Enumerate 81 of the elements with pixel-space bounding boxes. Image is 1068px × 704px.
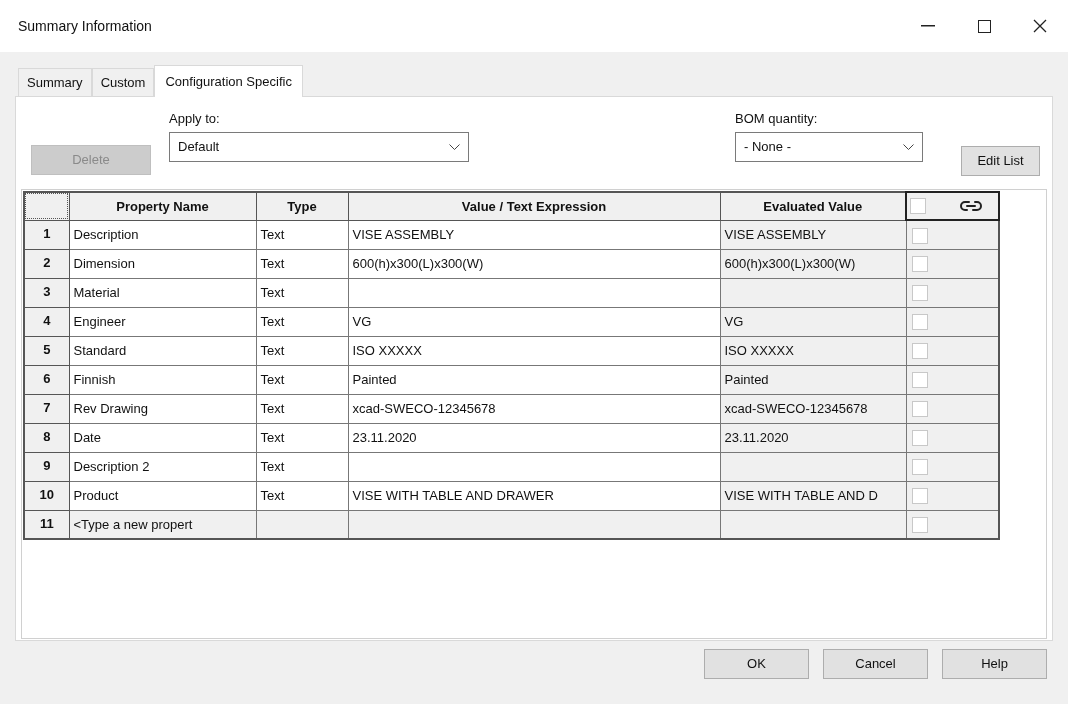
table-cell: 23.11.2020 <box>352 429 417 445</box>
checkbox[interactable] <box>911 488 928 505</box>
table-cell: VISE WITH TABLE AND DRAWER <box>352 487 554 503</box>
table-cell: 600(h)x300(L)x300(W) <box>724 255 856 271</box>
checkbox[interactable] <box>911 459 928 476</box>
chevron-down-icon <box>903 143 914 151</box>
table-cell: Product <box>73 487 119 503</box>
checkbox[interactable] <box>911 517 928 534</box>
checkbox[interactable] <box>911 343 928 360</box>
minimize-icon <box>921 25 935 27</box>
table-cell: Text <box>260 487 285 503</box>
checkbox[interactable] <box>911 430 928 447</box>
table-cell: Text <box>260 255 285 271</box>
row-number: 3 <box>24 278 69 307</box>
bom-quantity-dropdown[interactable]: - None - <box>735 132 923 162</box>
table-cell: Painted <box>724 371 769 387</box>
dialog-button[interactable]: Cancel <box>823 649 928 679</box>
table-cell: Text <box>260 313 285 329</box>
row-number: 4 <box>24 307 69 336</box>
table-cell: VG <box>724 313 744 329</box>
table-cell: ISO XXXXX <box>352 342 422 358</box>
table-cell: 23.11.2020 <box>724 429 789 445</box>
row-number: 1 <box>24 220 69 249</box>
maximize-icon <box>977 19 991 33</box>
row-number: 9 <box>24 452 69 481</box>
edit-list-button[interactable]: Edit List <box>961 146 1040 176</box>
tab[interactable]: Custom <box>91 68 155 96</box>
row-number: 2 <box>24 249 69 278</box>
table-cell: Finnish <box>73 371 116 387</box>
checkbox[interactable] <box>911 401 928 418</box>
row-number: 10 <box>24 481 69 510</box>
table-cell: Material <box>73 284 120 300</box>
table-cell: VISE ASSEMBLY <box>352 226 455 242</box>
table-cell: Painted <box>352 371 397 387</box>
dialog-button[interactable]: OK <box>704 649 809 679</box>
checkbox[interactable] <box>911 285 928 302</box>
table-cell: VISE WITH TABLE AND D <box>724 487 878 503</box>
column-header[interactable]: Value / Text Expression <box>348 192 720 220</box>
column-header[interactable]: Property Name <box>69 192 256 220</box>
table-cell: Rev Drawing <box>73 400 148 416</box>
close-icon <box>1033 19 1047 33</box>
row-number: 7 <box>24 394 69 423</box>
checkbox[interactable] <box>911 314 928 331</box>
table-cell: Standard <box>73 342 127 358</box>
field-label: BOM quantity: <box>735 110 819 128</box>
table-cell: Description <box>73 226 139 242</box>
table-cell: xcad-SWECO-12345678 <box>724 400 868 416</box>
checkbox[interactable] <box>911 227 928 244</box>
chevron-down-icon <box>449 143 460 151</box>
apply-to-dropdown[interactable]: Default <box>169 132 469 162</box>
table-cell: Text <box>260 371 285 387</box>
table-cell: VG <box>352 313 372 329</box>
table-cell: Text <box>260 429 285 445</box>
tab[interactable]: Summary <box>18 68 92 96</box>
field-label: Apply to: <box>169 110 221 128</box>
row-number: 6 <box>24 365 69 394</box>
checkbox[interactable] <box>911 256 928 273</box>
table-cell: Text <box>260 342 285 358</box>
table-cell: VISE ASSEMBLY <box>724 226 827 242</box>
table-cell: Description 2 <box>73 458 150 474</box>
tab[interactable]: Configuration Specific <box>154 65 303 97</box>
checkbox[interactable] <box>910 198 926 214</box>
table-cell: Engineer <box>73 313 126 329</box>
checkbox[interactable] <box>911 372 928 389</box>
table-cell: Text <box>260 458 285 474</box>
table-cell: Dimension <box>73 255 135 271</box>
table-cell: 600(h)x300(L)x300(W) <box>352 255 484 271</box>
table-cell: xcad-SWECO-12345678 <box>352 400 496 416</box>
window-title: Summary Information <box>18 16 152 36</box>
table-cell: Date <box>73 429 101 445</box>
row-number: 5 <box>24 336 69 365</box>
row-number: 11 <box>24 510 69 539</box>
table-cell: Text <box>260 284 285 300</box>
column-header[interactable]: Evaluated Value <box>720 192 906 220</box>
table-cell: ISO XXXXX <box>724 342 794 358</box>
table-cell: Text <box>260 400 285 416</box>
column-header[interactable]: Type <box>256 192 348 220</box>
link-icon <box>960 200 982 212</box>
dialog-button[interactable]: Help <box>942 649 1047 679</box>
table-cell: Text <box>260 226 285 242</box>
row-number: 8 <box>24 423 69 452</box>
